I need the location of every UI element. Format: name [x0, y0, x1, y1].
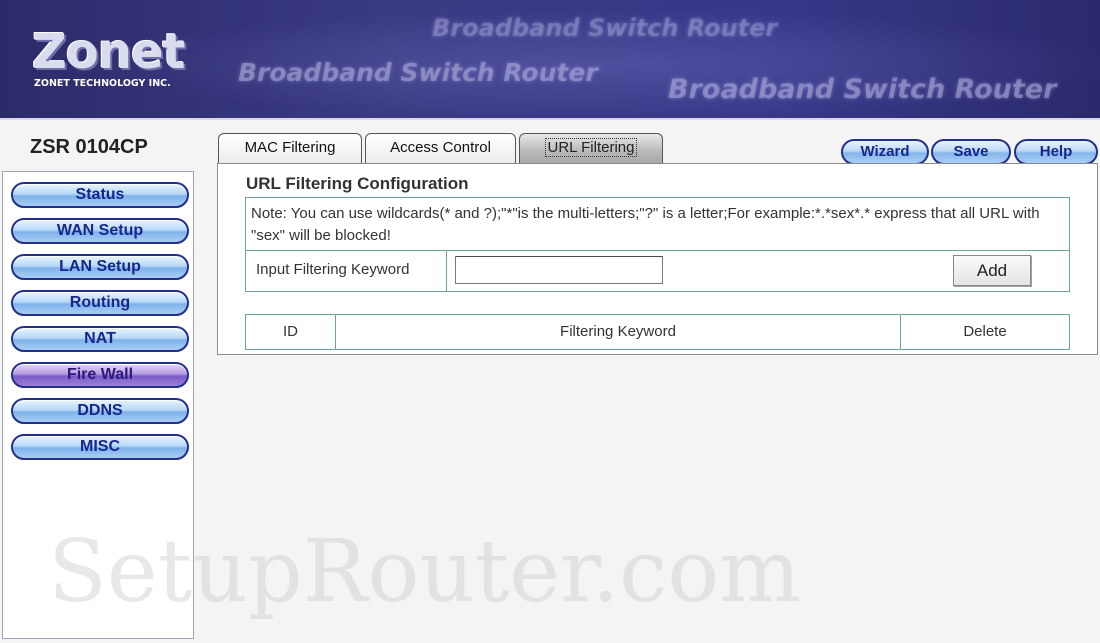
filtering-keyword-input[interactable] — [455, 256, 663, 284]
sidebar-item-ddns[interactable]: DDNS — [11, 398, 189, 424]
wildcard-note: Note: You can use wildcards(* and ?);"*"… — [251, 205, 1040, 244]
banner-tagline: Broadband Switch Router — [668, 74, 1057, 105]
tab-label: URL Filtering — [544, 138, 638, 157]
keyword-list-table: ID Filtering Keyword Delete — [245, 314, 1070, 350]
tab-access-control[interactable]: Access Control — [365, 133, 516, 163]
zonet-logo: Zonet ZONET TECHNOLOGY INC. — [28, 24, 186, 96]
sidebar-nav: Status WAN Setup LAN Setup Routing NAT F… — [2, 171, 194, 639]
config-table: Note: You can use wildcards(* and ?);"*"… — [245, 197, 1070, 292]
banner-tagline: Broadband Switch Router — [238, 58, 598, 87]
tab-label: Access Control — [390, 139, 491, 156]
keyword-label: Input Filtering Keyword — [256, 261, 410, 278]
save-button[interactable]: Save — [931, 139, 1011, 165]
sidebar-item-misc[interactable]: MISC — [11, 434, 189, 460]
sidebar-item-nat[interactable]: NAT — [11, 326, 189, 352]
help-button[interactable]: Help — [1014, 139, 1098, 165]
sidebar-item-routing[interactable]: Routing — [11, 290, 189, 316]
row-divider — [246, 250, 1069, 251]
section-title: URL Filtering Configuration — [246, 174, 469, 193]
logo-wordmark: Zonet — [32, 24, 185, 80]
tab-label: MAC Filtering — [244, 139, 336, 156]
column-header-filtering-keyword: Filtering Keyword — [560, 323, 676, 340]
wizard-button[interactable]: Wizard — [841, 139, 929, 165]
model-title: ZSR 0104CP — [30, 136, 148, 158]
add-button[interactable]: Add — [953, 255, 1031, 286]
column-header-delete: Delete — [963, 323, 1007, 340]
banner-tagline: Broadband Switch Router — [432, 14, 778, 42]
logo-subtitle: ZONET TECHNOLOGY INC. — [34, 78, 171, 89]
sidebar-item-lan-setup[interactable]: LAN Setup — [11, 254, 189, 280]
column-header-id: ID — [283, 323, 298, 340]
tab-url-filtering[interactable]: URL Filtering — [519, 133, 663, 163]
sidebar-item-fire-wall[interactable]: Fire Wall — [11, 362, 189, 388]
sidebar-item-status[interactable]: Status — [11, 182, 189, 208]
header-banner: Broadband Switch Router Broadband Switch… — [0, 0, 1100, 120]
column-divider — [446, 250, 447, 291]
tab-mac-filtering[interactable]: MAC Filtering — [218, 133, 362, 163]
sidebar-item-wan-setup[interactable]: WAN Setup — [11, 218, 189, 244]
